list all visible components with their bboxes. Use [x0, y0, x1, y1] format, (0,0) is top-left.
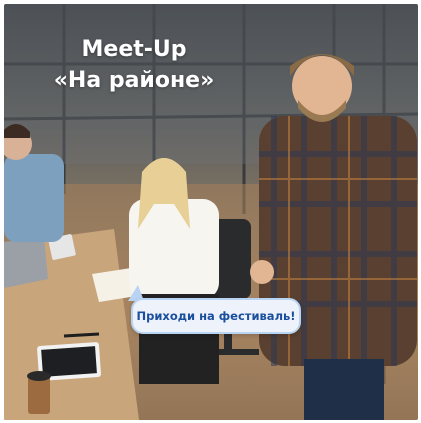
- speech-bubble: Приходи на фестиваль!: [131, 298, 301, 334]
- poster-frame: Meet-Up «На районе» Приходи на фестиваль…: [0, 0, 421, 423]
- event-title: Meet-Up «На районе»: [4, 34, 264, 96]
- laptop: [4, 236, 48, 288]
- office-meeting-photo: Meet-Up «На районе» Приходи на фестиваль…: [4, 4, 418, 420]
- event-title-line1: Meet-Up: [81, 37, 187, 62]
- coffee-cup: [28, 376, 50, 414]
- speech-bubble-text: Приходи на фестиваль!: [136, 309, 296, 323]
- event-title-line2: «На районе»: [53, 68, 215, 93]
